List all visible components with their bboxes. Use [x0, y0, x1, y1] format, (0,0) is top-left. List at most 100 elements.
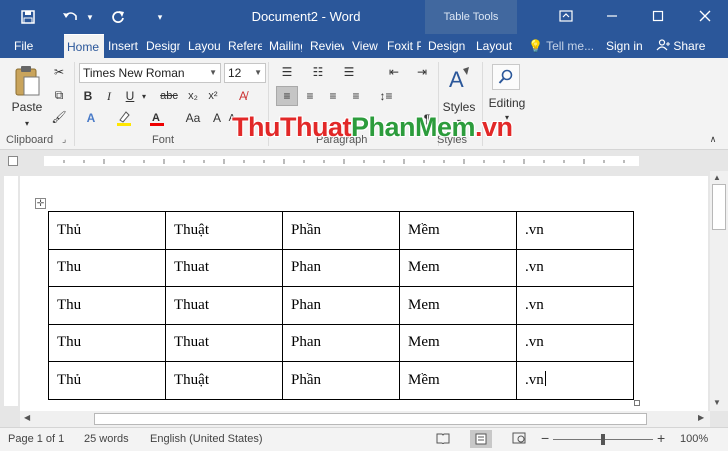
- table-cell[interactable]: Mem: [399, 248, 517, 287]
- font-name-box[interactable]: Times New Roman ▼: [79, 63, 221, 83]
- zoom-slider-thumb[interactable]: [601, 434, 605, 445]
- scroll-down-icon[interactable]: ▼: [713, 398, 721, 407]
- page-count[interactable]: Page 1 of 1: [8, 433, 64, 445]
- tab-file[interactable]: File: [14, 34, 44, 58]
- chevron-down-icon[interactable]: ▼: [209, 64, 217, 82]
- horizontal-scroll-thumb[interactable]: [94, 413, 647, 425]
- tab-table-design[interactable]: Design: [428, 34, 468, 58]
- table-cell[interactable]: .vn: [516, 323, 634, 362]
- grow-font-icon[interactable]: A: [209, 109, 225, 127]
- align-right-icon[interactable]: ≡: [322, 86, 344, 106]
- font-size-box[interactable]: 12 ▼: [224, 63, 266, 83]
- align-center-icon[interactable]: ≡: [299, 86, 321, 106]
- format-painter-icon[interactable]: 🖌: [50, 108, 68, 126]
- tab-review[interactable]: Review: [310, 34, 344, 58]
- text-effects-icon[interactable]: A: [82, 109, 100, 127]
- table-cell[interactable]: Thuật: [165, 211, 283, 250]
- web-layout-icon[interactable]: [512, 432, 526, 447]
- paste-dropdown-icon[interactable]: ▾: [20, 118, 34, 128]
- scroll-up-icon[interactable]: ▲: [713, 173, 721, 182]
- table-cell[interactable]: Thu: [48, 248, 166, 287]
- tab-view[interactable]: View: [352, 34, 380, 58]
- word-count[interactable]: 25 words: [84, 433, 129, 445]
- save-icon[interactable]: [18, 7, 38, 27]
- copy-icon[interactable]: ⧉: [50, 86, 68, 104]
- table-cell[interactable]: Phan: [282, 323, 400, 362]
- table-cell[interactable]: .vn: [516, 211, 634, 250]
- table-cell[interactable]: Mem: [399, 323, 517, 362]
- subscript-icon[interactable]: x₂: [184, 87, 202, 105]
- font-size-change-icon[interactable]: Aa: [182, 109, 204, 127]
- table-cell[interactable]: Thu: [48, 286, 166, 325]
- table-cell[interactable]: Phan: [282, 286, 400, 325]
- tab-selector-icon[interactable]: [8, 156, 18, 166]
- close-button[interactable]: [690, 4, 720, 28]
- increase-indent-icon[interactable]: ⇥: [412, 64, 432, 80]
- clipboard-launcher-icon[interactable]: ⌟: [62, 134, 66, 145]
- share-button[interactable]: Share: [656, 34, 705, 58]
- table-cell[interactable]: .vn: [516, 361, 634, 400]
- superscript-icon[interactable]: x²: [204, 87, 222, 105]
- tab-home[interactable]: Home: [64, 34, 104, 58]
- table-cell[interactable]: Phần: [282, 361, 400, 400]
- styles-icon[interactable]: A: [444, 64, 474, 96]
- customize-quick-access-icon[interactable]: ▾: [150, 7, 170, 27]
- table-cell[interactable]: Mềm: [399, 361, 517, 400]
- tab-references[interactable]: References: [228, 34, 262, 58]
- table-cell[interactable]: Thuat: [165, 323, 283, 362]
- scroll-left-icon[interactable]: ◀: [24, 413, 30, 422]
- tab-mailings[interactable]: Mailings: [269, 34, 302, 58]
- tab-foxit-pdf[interactable]: Foxit PDF: [387, 34, 421, 58]
- minimize-button[interactable]: [597, 4, 627, 28]
- language-indicator[interactable]: English (United States): [150, 433, 263, 445]
- table-move-handle-icon[interactable]: ✛: [35, 198, 46, 209]
- underline-icon[interactable]: U: [122, 87, 138, 105]
- table-resize-handle[interactable]: [634, 400, 640, 406]
- font-color-icon[interactable]: A: [148, 109, 166, 127]
- line-spacing-icon[interactable]: ↕≡: [374, 86, 398, 106]
- search-icon[interactable]: [492, 64, 520, 90]
- paste-icon[interactable]: [10, 64, 44, 98]
- table-cell[interactable]: Thuat: [165, 286, 283, 325]
- undo-dropdown-icon[interactable]: ▼: [80, 7, 100, 27]
- ribbon-display-options-icon[interactable]: [551, 4, 581, 28]
- tell-me-box[interactable]: 💡 Tell me...: [528, 34, 594, 58]
- table-cell[interactable]: Mem: [399, 286, 517, 325]
- bold-icon[interactable]: B: [80, 87, 96, 105]
- strikethrough-icon[interactable]: abc: [157, 87, 181, 105]
- vertical-scroll-thumb[interactable]: [712, 184, 726, 230]
- scroll-right-icon[interactable]: ▶: [698, 413, 704, 422]
- maximize-button[interactable]: [643, 4, 673, 28]
- chevron-down-icon[interactable]: ▼: [254, 64, 262, 82]
- table-cell[interactable]: Thủ: [48, 211, 166, 250]
- tab-layout[interactable]: Layout: [188, 34, 221, 58]
- read-mode-icon[interactable]: [436, 432, 450, 447]
- underline-dropdown-icon[interactable]: ▾: [139, 87, 149, 105]
- paste-button-label[interactable]: Paste: [8, 100, 46, 114]
- zoom-level[interactable]: 100%: [680, 433, 708, 445]
- align-left-icon[interactable]: ≡: [276, 86, 298, 106]
- table-cell[interactable]: Phan: [282, 248, 400, 287]
- decrease-indent-icon[interactable]: ⇤: [384, 64, 404, 80]
- editing-button-label[interactable]: Editing: [484, 96, 530, 110]
- table-cell[interactable]: Mềm: [399, 211, 517, 250]
- sign-in-link[interactable]: Sign in: [606, 34, 643, 58]
- table-cell[interactable]: Thuật: [165, 361, 283, 400]
- clear-formatting-icon[interactable]: A̸: [234, 87, 252, 105]
- table-cell[interactable]: Thu: [48, 323, 166, 362]
- table-cell[interactable]: .vn: [516, 286, 634, 325]
- table-cell[interactable]: .vn: [516, 248, 634, 287]
- redo-icon[interactable]: [108, 7, 128, 27]
- multilevel-list-icon[interactable]: ☰: [338, 64, 360, 80]
- vertical-ruler[interactable]: [4, 176, 18, 406]
- collapse-ribbon-icon[interactable]: ∧: [706, 132, 720, 146]
- document-table[interactable]: Thủ Thuật Phần Mềm .vn Thu Thuat Phan Me…: [48, 211, 634, 400]
- undo-icon[interactable]: [60, 7, 80, 27]
- tab-insert[interactable]: Insert: [108, 34, 143, 58]
- zoom-out-button[interactable]: −: [541, 430, 549, 446]
- table-cell[interactable]: Phần: [282, 211, 400, 250]
- highlight-icon[interactable]: [115, 109, 133, 127]
- italic-icon[interactable]: I: [101, 87, 117, 105]
- table-cell[interactable]: Thủ: [48, 361, 166, 400]
- tab-design[interactable]: Design: [146, 34, 180, 58]
